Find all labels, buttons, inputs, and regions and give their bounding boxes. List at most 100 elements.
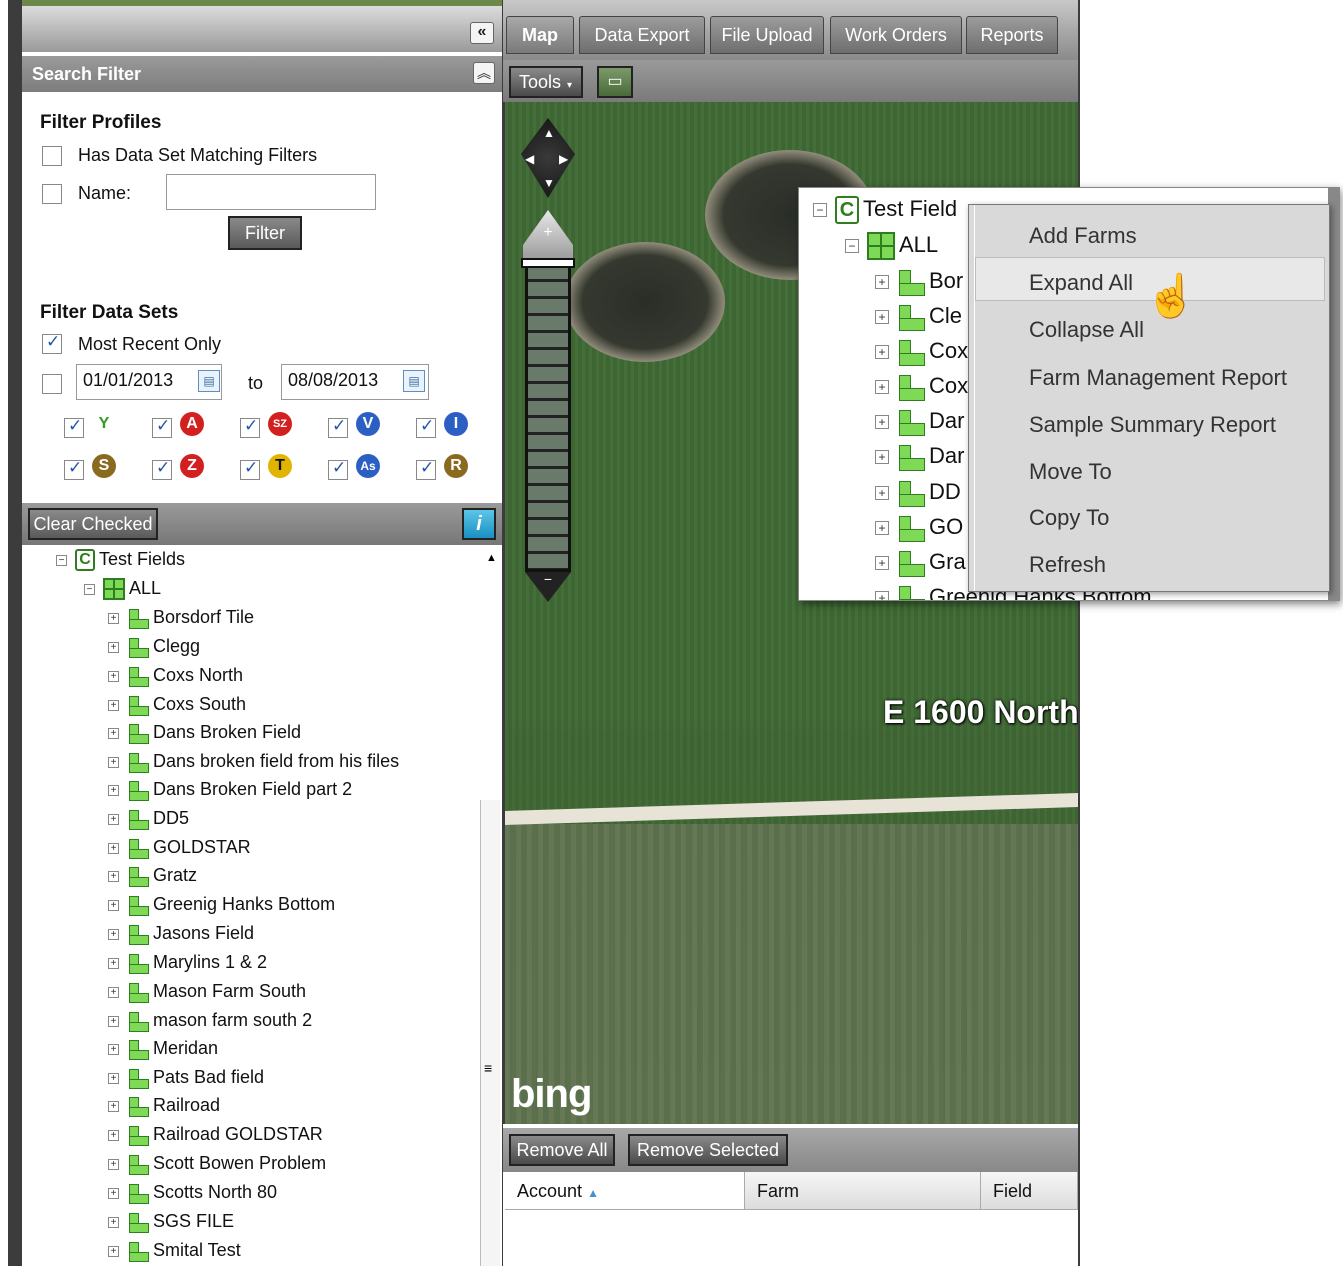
tree-field-row[interactable]: + Dar [875, 439, 964, 473]
tree-field-row[interactable]: + Scott Bowen Problem [108, 1150, 326, 1176]
element-checkbox-r[interactable] [416, 458, 436, 480]
tree-field-row[interactable]: + Dar [875, 404, 964, 438]
tree-field-row[interactable]: + Pats Bad field [108, 1064, 264, 1090]
expand-node-icon[interactable]: + [108, 699, 119, 711]
collapse-node-icon[interactable]: − [56, 554, 67, 566]
tree-field-row[interactable]: + Railroad GOLDSTAR [108, 1121, 323, 1147]
expand-node-icon[interactable]: + [108, 1245, 119, 1257]
scroll-up-icon[interactable]: ▲ [486, 552, 497, 564]
name-input[interactable] [166, 174, 376, 210]
expand-node-icon[interactable]: + [108, 1158, 119, 1170]
expand-node-icon[interactable]: + [108, 1100, 119, 1112]
expand-node-icon[interactable]: + [875, 415, 889, 430]
tree-field-row[interactable]: + Greenig Hanks Bottom [108, 891, 335, 917]
pan-up-icon[interactable]: ▲ [543, 126, 555, 140]
pan-down-icon[interactable]: ▼ [543, 176, 555, 190]
tree-field-row[interactable]: + Railroad [108, 1092, 220, 1118]
tab-work-orders[interactable]: Work Orders [830, 16, 962, 54]
clear-checked-button[interactable]: Clear Checked [28, 508, 158, 540]
tree-field-row[interactable]: + Cox [875, 334, 968, 368]
has-data-set-checkbox[interactable] [42, 146, 62, 166]
element-checkbox-as[interactable] [328, 458, 348, 480]
expand-node-icon[interactable]: + [108, 784, 119, 796]
tree-field-row[interactable]: + Marylins 1 & 2 [108, 949, 267, 975]
tree-field-row[interactable]: + GOLDSTAR [108, 834, 251, 860]
menu-item-collapse-all[interactable]: Collapse All [1029, 317, 1144, 343]
expand-node-icon[interactable]: + [108, 1072, 119, 1084]
expand-node-icon[interactable]: + [108, 842, 119, 854]
collapse-panel-button[interactable]: « [470, 22, 494, 44]
tab-reports[interactable]: Reports [966, 16, 1058, 54]
menu-item-move-to[interactable]: Move To [1029, 459, 1112, 485]
tree-field-row[interactable]: + GO [875, 510, 963, 544]
tree-scrollbar[interactable] [480, 800, 500, 1266]
collapse-node-icon[interactable]: − [813, 203, 827, 218]
element-checkbox-y[interactable] [64, 416, 84, 438]
element-checkbox-v[interactable] [328, 416, 348, 438]
tree-field-row[interactable]: + Coxs North [108, 662, 243, 688]
expand-node-icon[interactable]: + [875, 310, 889, 325]
menu-item-expand-all[interactable]: Expand All [1029, 270, 1133, 296]
menu-item-copy-to[interactable]: Copy To [1029, 505, 1109, 531]
zoom-out-button[interactable]: − [525, 572, 571, 602]
expand-node-icon[interactable]: + [108, 1216, 119, 1228]
tree-field-row[interactable]: + Coxs South [108, 691, 246, 717]
tree-field-row[interactable]: + Dans broken field from his files [108, 748, 399, 774]
tree-field-row[interactable]: + Gratz [108, 862, 197, 888]
menu-item-sample-summary-report[interactable]: Sample Summary Report [1029, 412, 1276, 438]
tree-root[interactable]: − C Test Fields [56, 546, 185, 572]
tree-field-row[interactable]: + Mason Farm South [108, 978, 306, 1004]
tab-map[interactable]: Map [506, 16, 574, 54]
expand-node-icon[interactable]: + [108, 957, 119, 969]
tree-field-row[interactable]: + Bor [875, 264, 963, 298]
expand-node-icon[interactable]: + [108, 870, 119, 882]
expand-node-icon[interactable]: + [875, 380, 889, 395]
date-range-checkbox[interactable] [42, 374, 62, 394]
tree-field-row[interactable]: + Jasons Field [108, 920, 254, 946]
tree-field-row[interactable]: + Dans Broken Field [108, 719, 301, 745]
column-header-farm[interactable]: Farm [745, 1172, 981, 1210]
tree-field-row[interactable]: + mason farm south 2 [108, 1007, 312, 1033]
collapse-node-icon[interactable]: − [845, 239, 859, 254]
expand-node-icon[interactable]: + [875, 521, 889, 536]
tree-group[interactable]: − ALL [84, 575, 161, 601]
expand-node-icon[interactable]: + [108, 1187, 119, 1199]
expand-node-icon[interactable]: + [108, 612, 119, 624]
element-checkbox-z[interactable] [152, 458, 172, 480]
column-header-field[interactable]: Field [981, 1172, 1078, 1210]
expand-node-icon[interactable]: + [875, 591, 889, 600]
menu-item-farm-management-report[interactable]: Farm Management Report [1029, 365, 1287, 391]
element-checkbox-s[interactable] [64, 458, 84, 480]
expand-node-icon[interactable]: + [108, 1043, 119, 1055]
most-recent-checkbox[interactable] [42, 332, 62, 354]
expand-node-icon[interactable]: + [108, 1015, 119, 1027]
expand-node-icon[interactable]: + [108, 899, 119, 911]
scroll-grip-icon[interactable]: ≡ [484, 1060, 492, 1076]
zoom-slider-handle[interactable] [521, 258, 575, 268]
tab-data-export[interactable]: Data Export [579, 16, 705, 54]
tree-group[interactable]: − ALL [845, 228, 938, 262]
tree-root[interactable]: − C Test Field [813, 192, 957, 226]
expand-node-icon[interactable]: + [108, 1129, 119, 1141]
tree-field-row[interactable]: + Cle [875, 299, 962, 333]
zoom-slider[interactable] [525, 262, 571, 572]
zoom-in-button[interactable]: + [523, 210, 573, 260]
print-button[interactable]: ▭ [597, 66, 633, 98]
element-checkbox-i[interactable] [416, 416, 436, 438]
tree-field-row[interactable]: + Cox [875, 369, 968, 403]
filter-button[interactable]: Filter [228, 216, 302, 250]
collapse-node-icon[interactable]: − [84, 583, 95, 595]
expand-node-icon[interactable]: + [875, 275, 889, 290]
expand-node-icon[interactable]: + [108, 670, 119, 682]
expand-node-icon[interactable]: + [108, 727, 119, 739]
menu-item-add-farms[interactable]: Add Farms [1029, 223, 1137, 249]
expand-node-icon[interactable]: + [875, 556, 889, 571]
menu-item-refresh[interactable]: Refresh [1029, 552, 1106, 578]
expand-node-icon[interactable]: + [875, 345, 889, 360]
name-checkbox[interactable] [42, 184, 62, 204]
expand-node-icon[interactable]: + [108, 986, 119, 998]
info-button[interactable]: i [462, 508, 496, 540]
pan-right-icon[interactable]: ▶ [559, 152, 568, 166]
tree-field-row[interactable]: + Borsdorf Tile [108, 604, 254, 630]
element-checkbox-a[interactable] [152, 416, 172, 438]
